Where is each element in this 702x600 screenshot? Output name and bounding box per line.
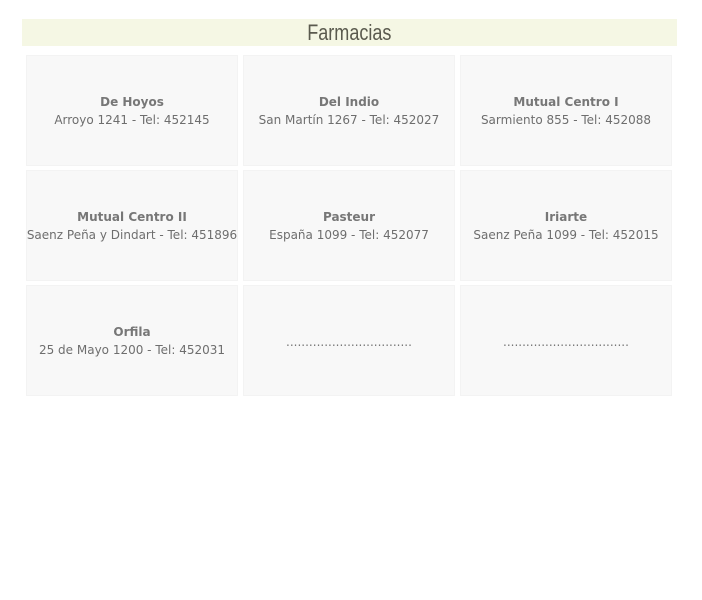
pharmacy-detail: España 1099 - Tel: 452077	[269, 227, 429, 242]
pharmacy-name: Del Indio	[318, 94, 380, 109]
pharmacy-name: De Hoyos	[100, 94, 164, 109]
pharmacy-detail: San Martín 1267 - Tel: 452027	[258, 112, 440, 127]
pharmacy-grid: De Hoyos Arroyo 1241 - Tel: 452145 Del I…	[26, 55, 673, 396]
page-title: Farmacias	[307, 19, 392, 45]
pharmacy-name: Iriarte	[544, 209, 588, 224]
placeholder-dots: .................................	[286, 334, 412, 349]
empty-card: .................................	[460, 285, 672, 396]
pharmacy-card: Orfila 25 de Mayo 1200 - Tel: 452031	[26, 285, 238, 396]
pharmacy-card: De Hoyos Arroyo 1241 - Tel: 452145	[26, 55, 238, 166]
pharmacy-name: Mutual Centro II	[77, 209, 187, 224]
pharmacy-name: Pasteur	[322, 209, 376, 224]
empty-card: .................................	[243, 285, 455, 396]
pharmacy-detail: Saenz Peña 1099 - Tel: 452015	[473, 227, 659, 242]
pharmacy-card: Mutual Centro I Sarmiento 855 - Tel: 452…	[460, 55, 672, 166]
pharmacy-card: Mutual Centro II Saenz Peña y Dindart - …	[26, 170, 238, 281]
pharmacy-detail: Saenz Peña y Dindart - Tel: 451896	[26, 227, 238, 242]
pharmacy-card: Iriarte Saenz Peña 1099 - Tel: 452015	[460, 170, 672, 281]
pharmacy-card: Pasteur España 1099 - Tel: 452077	[243, 170, 455, 281]
page-header: Farmacias	[22, 19, 677, 46]
pharmacy-detail: Sarmiento 855 - Tel: 452088	[480, 112, 652, 127]
placeholder-dots: .................................	[503, 334, 629, 349]
pharmacy-name: Orfila	[113, 324, 151, 339]
pharmacy-detail: 25 de Mayo 1200 - Tel: 452031	[38, 342, 226, 357]
pharmacy-name: Mutual Centro I	[513, 94, 619, 109]
pharmacy-card: Del Indio San Martín 1267 - Tel: 452027	[243, 55, 455, 166]
pharmacy-detail: Arroyo 1241 - Tel: 452145	[54, 112, 210, 127]
